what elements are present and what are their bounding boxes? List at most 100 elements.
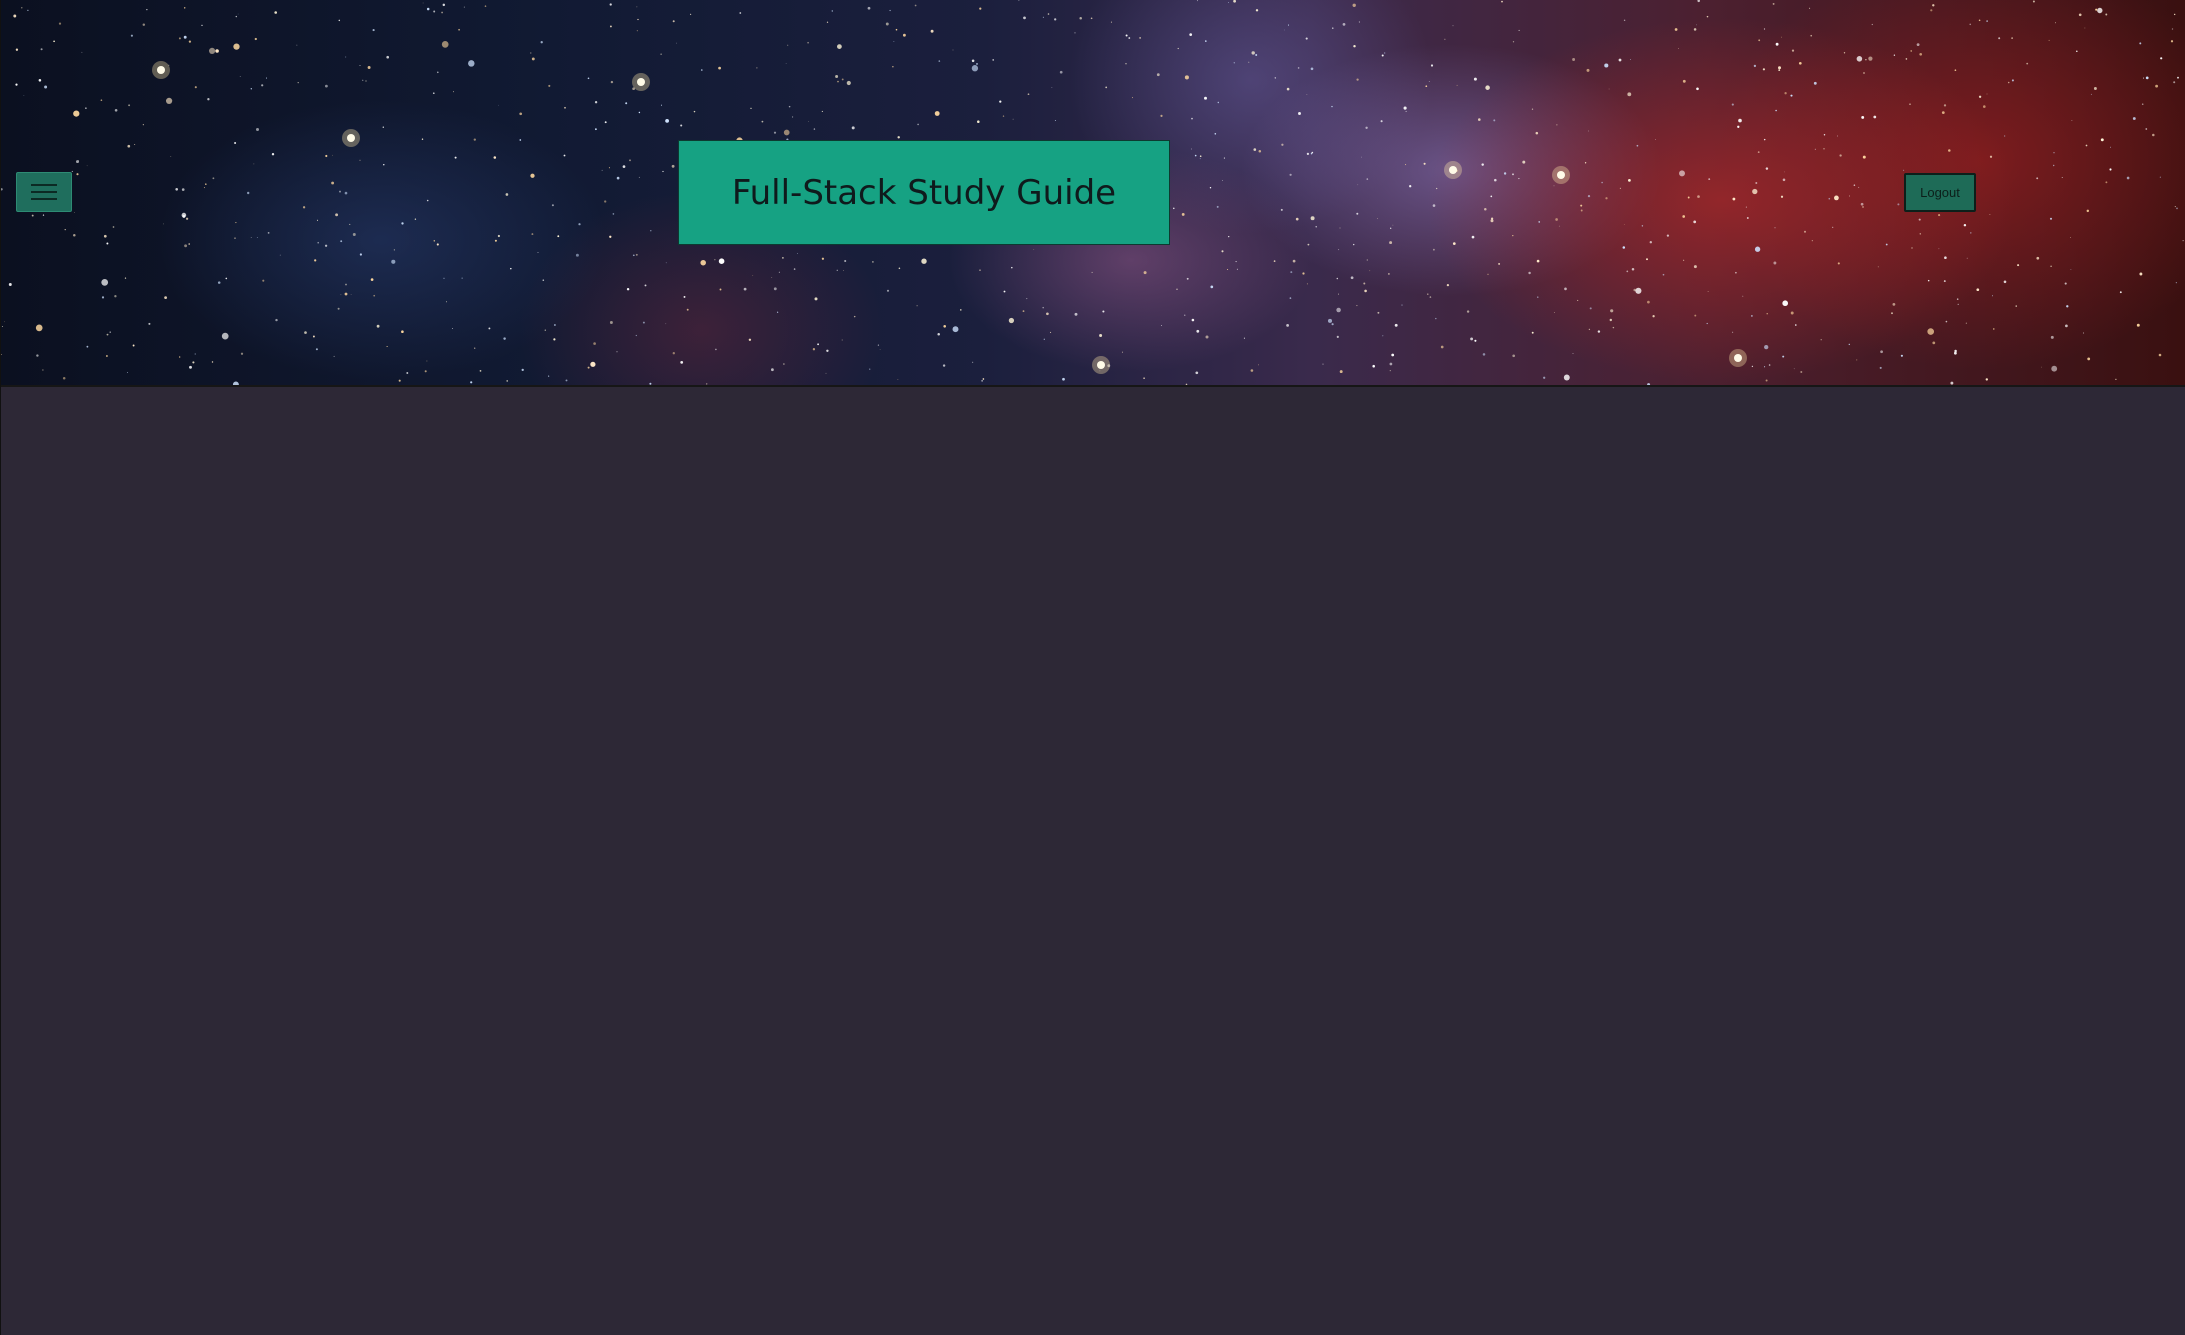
star — [1184, 314, 1186, 316]
star — [106, 242, 109, 245]
star — [1046, 312, 1049, 316]
star — [1353, 243, 1355, 246]
star — [1470, 337, 1474, 341]
star — [1331, 323, 1334, 326]
star — [1814, 148, 1816, 150]
star — [437, 71, 439, 74]
star — [521, 368, 524, 372]
star — [1389, 362, 1393, 366]
star — [2049, 217, 2053, 220]
star — [1143, 271, 1147, 275]
star — [1512, 41, 1515, 43]
star — [1286, 87, 1290, 91]
star — [1436, 187, 1438, 190]
star — [1302, 272, 1305, 275]
star — [1804, 230, 1806, 233]
star — [170, 156, 172, 157]
star — [609, 235, 612, 238]
star — [1580, 204, 1583, 207]
star — [1782, 300, 1789, 307]
star — [683, 295, 686, 298]
star — [1837, 262, 1840, 265]
star — [1965, 322, 1967, 324]
star — [519, 112, 523, 116]
star — [302, 206, 306, 209]
star — [1683, 259, 1685, 261]
star — [1738, 118, 1742, 123]
star — [1292, 259, 1296, 263]
star — [1765, 379, 1768, 382]
star — [237, 13, 239, 15]
star — [1790, 311, 1794, 315]
star — [844, 259, 847, 263]
star — [1196, 0, 1198, 2]
star — [1255, 54, 1258, 56]
star — [1647, 300, 1650, 304]
star — [325, 154, 328, 158]
star — [4, 321, 5, 323]
star — [386, 55, 390, 59]
star — [1693, 220, 1697, 224]
star — [785, 63, 787, 64]
star — [649, 382, 652, 385]
star — [1537, 296, 1539, 298]
star — [1900, 354, 1903, 357]
star — [1423, 162, 1426, 165]
star — [2142, 77, 2145, 79]
star — [719, 288, 722, 291]
star — [885, 22, 889, 26]
star — [1352, 3, 1356, 7]
star — [383, 164, 385, 166]
star — [1820, 339, 1822, 341]
star — [793, 268, 796, 270]
star — [1473, 77, 1477, 81]
star — [1774, 227, 1776, 229]
star — [1023, 16, 1026, 20]
star — [1310, 216, 1315, 221]
star — [503, 337, 506, 340]
star — [165, 97, 173, 105]
star — [1877, 266, 1879, 268]
menu-button[interactable] — [16, 172, 72, 212]
star — [1791, 49, 1795, 52]
star — [1214, 133, 1217, 135]
star — [1954, 349, 1957, 353]
star — [622, 165, 626, 168]
star — [1128, 37, 1131, 39]
star — [1189, 33, 1193, 36]
star — [1848, 195, 1851, 197]
star — [1191, 117, 1193, 120]
star — [1074, 32, 1076, 34]
star — [1356, 305, 1358, 307]
star — [1338, 249, 1340, 251]
star — [835, 75, 839, 78]
star — [1363, 282, 1366, 285]
logout-button[interactable]: Logout — [1904, 173, 1976, 212]
star — [783, 129, 790, 136]
star — [194, 86, 197, 89]
star — [112, 226, 115, 228]
star — [406, 372, 409, 374]
star — [124, 277, 127, 279]
star — [1190, 148, 1192, 150]
star — [345, 283, 347, 286]
star — [1775, 42, 1779, 46]
star — [841, 78, 844, 81]
star — [352, 233, 356, 236]
star — [773, 287, 777, 291]
star — [1391, 353, 1395, 357]
star — [2017, 264, 2020, 267]
star — [2071, 120, 2073, 121]
star — [103, 234, 107, 238]
star — [1943, 280, 1946, 283]
star — [1191, 318, 1195, 322]
star — [540, 41, 543, 44]
star — [1998, 37, 2001, 40]
star — [635, 334, 637, 337]
star — [1235, 261, 1237, 263]
star — [262, 279, 265, 282]
star — [422, 2, 424, 4]
star — [2115, 378, 2117, 381]
star — [1868, 56, 1873, 61]
star — [1195, 371, 1199, 375]
